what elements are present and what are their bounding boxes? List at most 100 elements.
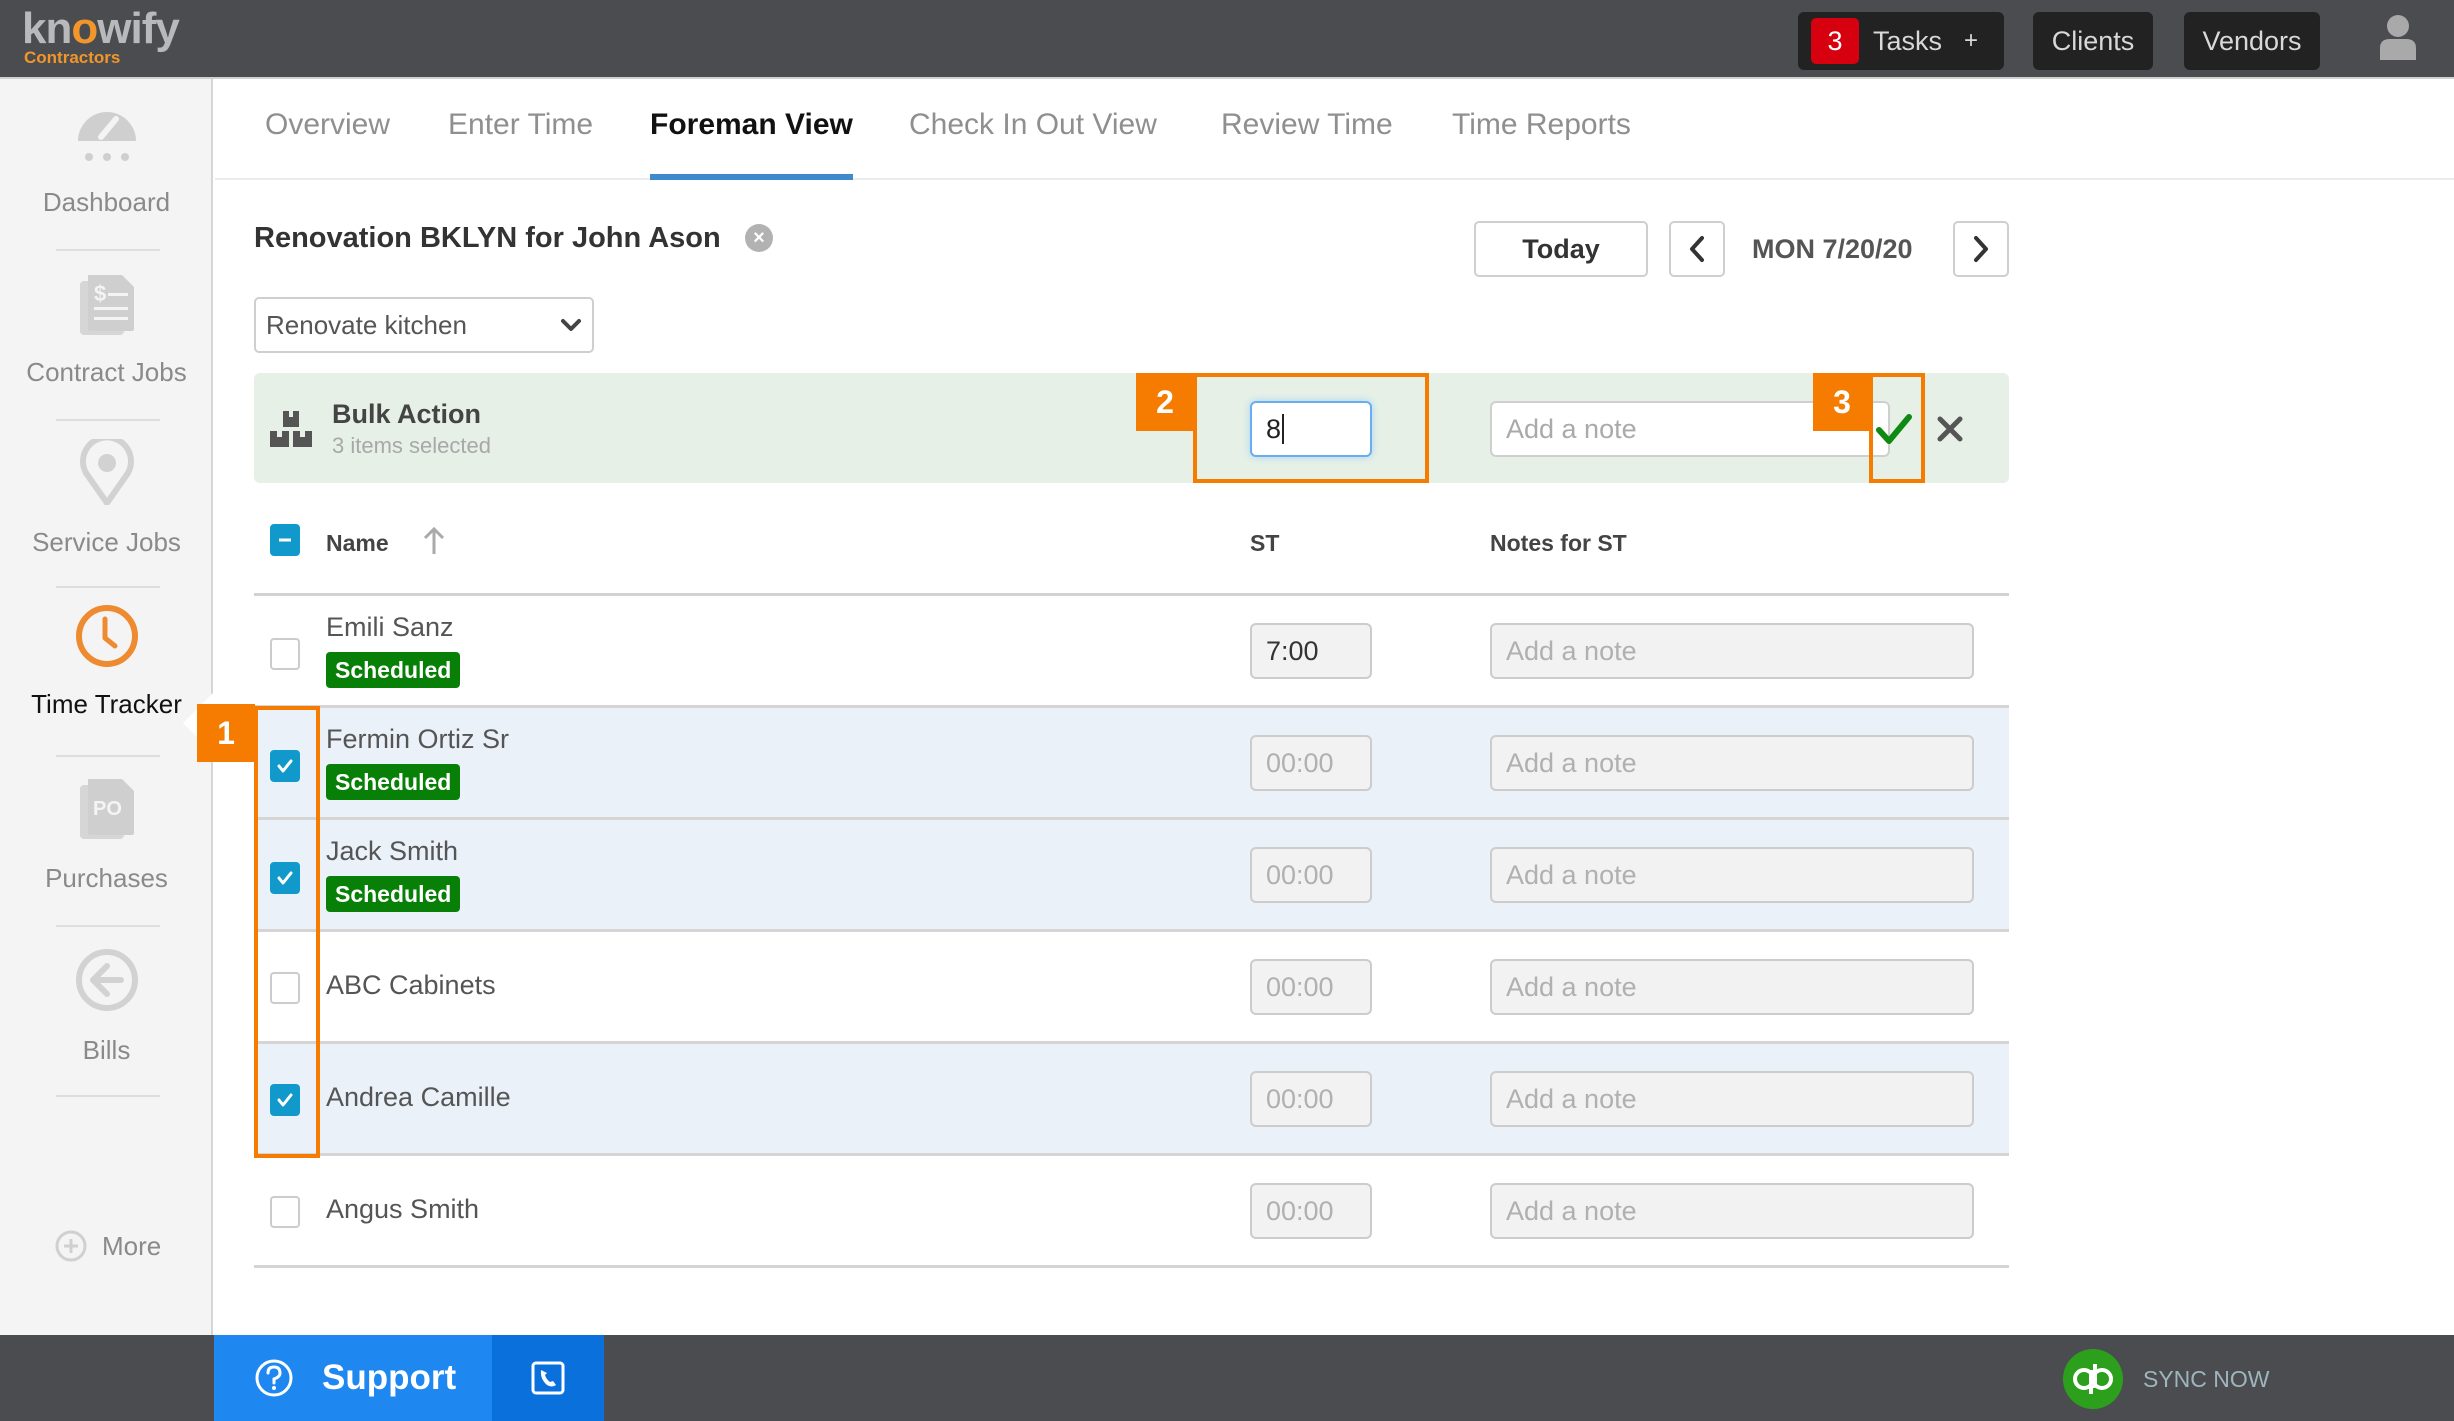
st-note-input[interactable]: Add a note: [1490, 623, 1974, 679]
sidebar-item-purchases[interactable]: PO Purchases: [0, 775, 213, 925]
support-button[interactable]: Support: [214, 1335, 492, 1421]
st-column-header: ST: [1250, 530, 1280, 556]
st-hours-input[interactable]: 00:00: [1250, 735, 1372, 791]
row-name: Emili Sanz: [326, 612, 454, 642]
next-day-button[interactable]: [1953, 221, 2009, 277]
quickbooks-icon: [2063, 1349, 2123, 1409]
vendors-button[interactable]: Vendors: [2184, 12, 2320, 70]
minus-icon: [279, 538, 291, 542]
svg-text:$: $: [94, 281, 106, 306]
row-name: ABC Cabinets: [326, 970, 496, 1000]
sidebar-item-contract-jobs[interactable]: $ Contract Jobs: [0, 271, 213, 421]
st-hours-input[interactable]: 00:00: [1250, 1183, 1372, 1239]
tasks-label: Tasks: [1873, 25, 1943, 56]
tab-review-time[interactable]: Review Time: [1221, 108, 1393, 180]
table-row: Jack Smith Scheduled 00:00 Add a note: [254, 820, 2009, 932]
purchase-order-icon: PO: [80, 779, 134, 839]
row-checkbox[interactable]: [270, 1196, 300, 1228]
sidebar-label: Bills: [82, 1035, 131, 1065]
page-title: Renovation BKLYN for John Ason: [254, 222, 721, 254]
status-badge: Scheduled: [326, 652, 461, 688]
annotation-box-1: [254, 706, 320, 1158]
clients-button[interactable]: Clients: [2033, 12, 2153, 70]
clock-icon: [76, 605, 138, 667]
tab-enter-time[interactable]: Enter Time: [448, 108, 593, 180]
annotation-label-2: 2: [1136, 373, 1194, 431]
quickbooks-sync-button[interactable]: SYNC NOW: [2063, 1349, 2270, 1409]
add-task-icon[interactable]: +: [1964, 27, 1978, 55]
dashboard-gauge-icon: [78, 112, 136, 161]
sync-now-label: SYNC NOW: [2143, 1365, 2270, 1392]
tab-check-in-out-view[interactable]: Check In Out View: [909, 108, 1157, 180]
current-date: MON 7/20/20: [1752, 234, 1913, 264]
st-hours-input[interactable]: 00:00: [1250, 959, 1372, 1015]
location-pin-icon: [80, 439, 134, 505]
table-row: ABC Cabinets 00:00 Add a note: [254, 932, 2009, 1044]
phone-support-button[interactable]: [492, 1335, 604, 1421]
table-row: Emili Sanz Scheduled 7:00 Add a note: [254, 596, 2009, 708]
sort-ascending-icon[interactable]: [422, 526, 446, 556]
st-note-input[interactable]: Add a note: [1490, 1183, 1974, 1239]
plus-circle-icon: [55, 1230, 87, 1262]
notes-column-header: Notes for ST: [1490, 530, 1627, 556]
row-checkbox[interactable]: [270, 638, 300, 670]
table-row: Angus Smith 00:00 Add a note: [254, 1156, 2009, 1268]
name-column-header[interactable]: Name: [326, 530, 389, 557]
sidebar: Dashboard $ Contract Jobs Service Jobs T…: [0, 79, 213, 1335]
st-hours-input[interactable]: 7:00: [1250, 623, 1372, 679]
chevron-right-icon: [1974, 236, 1988, 262]
arrow-left-circle-icon: [76, 949, 138, 1011]
help-circle-icon: [255, 1359, 293, 1397]
sidebar-label: Purchases: [45, 863, 168, 893]
svg-text:PO: PO: [93, 798, 122, 820]
select-all-checkbox[interactable]: [270, 524, 300, 556]
sidebar-item-service-jobs[interactable]: Service Jobs: [0, 439, 213, 589]
knowify-logo[interactable]: knowify Contractors: [22, 4, 212, 70]
row-name: Andrea Camille: [326, 1082, 511, 1112]
annotation-box-3: [1869, 373, 1925, 483]
bulk-action-bar: Bulk Action 3 items selected 8 Add a not…: [254, 373, 2009, 483]
sidebar-label: Service Jobs: [32, 527, 181, 557]
st-hours-input[interactable]: 00:00: [1250, 847, 1372, 903]
sidebar-divider: [56, 755, 160, 757]
previous-day-button[interactable]: [1669, 221, 1725, 277]
tasks-button[interactable]: 3 Tasks +: [1798, 12, 2004, 70]
sidebar-more-button[interactable]: More: [54, 1229, 161, 1263]
footer-bar: Support SYNC NOW: [0, 1335, 2454, 1421]
support-label: Support: [322, 1358, 457, 1397]
task-select[interactable]: Renovate kitchen: [254, 297, 594, 353]
today-button[interactable]: Today: [1474, 221, 1648, 277]
tab-overview[interactable]: Overview: [265, 108, 390, 180]
more-label: More: [102, 1230, 162, 1261]
cancel-x-icon[interactable]: [1932, 409, 1968, 449]
tab-foreman-view[interactable]: Foreman View: [650, 108, 853, 180]
task-select-value: Renovate kitchen: [266, 309, 467, 340]
sidebar-item-time-tracker[interactable]: Time Tracker: [0, 603, 213, 753]
st-note-input[interactable]: Add a note: [1490, 959, 1974, 1015]
status-badge: Scheduled: [326, 876, 461, 912]
tab-time-reports[interactable]: Time Reports: [1452, 108, 1631, 180]
st-note-input[interactable]: Add a note: [1490, 847, 1974, 903]
sidebar-divider: [56, 1095, 160, 1097]
sidebar-item-bills[interactable]: Bills: [0, 947, 213, 1097]
sidebar-label: Contract Jobs: [26, 357, 187, 387]
boxes-icon: [270, 411, 312, 447]
table-header: Name ST Notes for ST: [254, 510, 2009, 596]
sidebar-divider: [56, 249, 160, 251]
st-note-input[interactable]: Add a note: [1490, 1071, 1974, 1127]
table-row: Andrea Camille 00:00 Add a note: [254, 1044, 2009, 1156]
bulk-action-title: Bulk Action: [332, 399, 482, 429]
sidebar-item-dashboard[interactable]: Dashboard: [0, 101, 213, 251]
time-tracker-tabs: Overview Enter Time Foreman View Check I…: [215, 80, 2454, 180]
row-name: Angus Smith: [326, 1194, 480, 1224]
st-note-input[interactable]: Add a note: [1490, 735, 1974, 791]
logo-subtitle: Contractors: [24, 48, 121, 67]
sidebar-divider: [56, 925, 160, 927]
row-name: Fermin Ortiz Sr: [326, 724, 510, 754]
user-profile-icon[interactable]: [2378, 14, 2418, 60]
annotation-label-1: 1: [197, 704, 255, 762]
phone-icon: [531, 1361, 565, 1395]
st-hours-input[interactable]: 00:00: [1250, 1071, 1372, 1127]
clear-job-icon[interactable]: ×: [745, 224, 773, 252]
annotation-label-3: 3: [1813, 373, 1871, 431]
